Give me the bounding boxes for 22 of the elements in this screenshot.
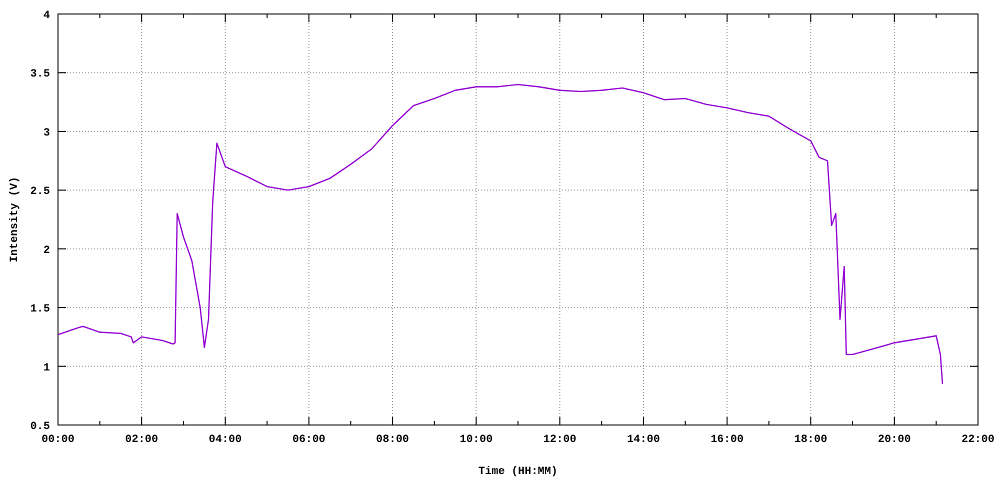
tick-label: 4 xyxy=(43,10,50,22)
tick-label: 3 xyxy=(43,127,50,140)
tick-label: 02:00 xyxy=(125,434,158,446)
tick-label: 2.5 xyxy=(30,186,50,198)
tick-label: 04:00 xyxy=(208,434,242,446)
axis-title: Time (HH:MM) xyxy=(478,466,558,478)
tick-label: 2 xyxy=(43,244,50,257)
tick-label: 22:00 xyxy=(962,434,994,446)
tick-label: 06:00 xyxy=(292,434,326,446)
axis-title: Intensity (V) xyxy=(9,176,21,262)
tick-label: 14:00 xyxy=(626,434,660,446)
tick-label: 20:00 xyxy=(878,434,911,446)
tick-label: 3.5 xyxy=(30,68,50,81)
tick-label: 00:00 xyxy=(42,434,74,446)
tick-label: 08:00 xyxy=(376,434,410,446)
tick-label: 12:00 xyxy=(543,434,576,446)
tick-label: 18:00 xyxy=(794,434,828,446)
tick-label: 16:00 xyxy=(710,434,744,446)
tick-label: 0.5 xyxy=(30,421,50,433)
tick-label: 10:00 xyxy=(460,434,493,446)
tick-label: 1 xyxy=(43,362,50,374)
tick-label: 1.5 xyxy=(30,304,50,316)
